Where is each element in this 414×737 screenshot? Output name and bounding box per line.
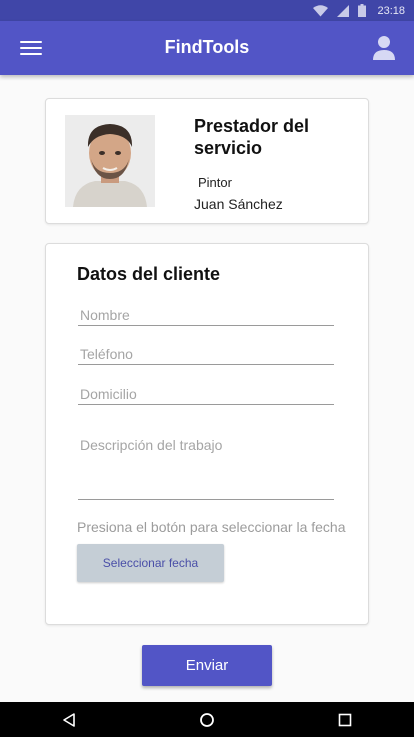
signal-icon <box>337 4 350 17</box>
address-field <box>78 386 334 405</box>
client-form-card: Datos del cliente Presiona el botón para… <box>45 243 369 625</box>
home-nav-button[interactable] <box>177 702 237 737</box>
name-input[interactable] <box>78 307 334 323</box>
recents-icon <box>338 713 352 726</box>
submit-button[interactable]: Enviar <box>142 645 272 686</box>
status-icons: 23:18 <box>313 4 414 17</box>
recents-nav-button[interactable] <box>315 702 375 737</box>
status-time: 23:18 <box>377 4 405 17</box>
name-field <box>78 307 334 326</box>
app-bar: FindTools <box>0 21 414 75</box>
provider-role: Pintor <box>198 175 232 190</box>
phone-input[interactable] <box>78 346 334 362</box>
client-form-title: Datos del cliente <box>77 264 221 284</box>
provider-name: Juan Sánchez <box>194 196 283 212</box>
status-bar: 23:18 <box>0 0 414 21</box>
navigation-bar <box>0 702 414 737</box>
provider-card: Prestador del servicio Pintor Juan Sánch… <box>45 98 369 224</box>
provider-title: Prestador del servicio <box>194 116 310 158</box>
home-icon <box>200 712 214 727</box>
address-input[interactable] <box>78 386 334 402</box>
account-icon[interactable] <box>373 35 395 61</box>
phone-field <box>78 346 334 365</box>
battery-icon <box>358 4 367 17</box>
description-field <box>78 437 334 500</box>
date-hint: Presiona el botón para seleccionar la fe… <box>77 519 346 535</box>
app-title: FindTools <box>164 37 250 57</box>
back-icon <box>63 712 75 727</box>
select-date-button[interactable]: Seleccionar fecha <box>77 544 224 582</box>
wifi-icon <box>313 4 329 16</box>
description-input[interactable] <box>78 437 334 497</box>
back-nav-button[interactable] <box>39 702 99 737</box>
person-photo-icon <box>65 115 155 207</box>
provider-avatar <box>65 115 155 207</box>
